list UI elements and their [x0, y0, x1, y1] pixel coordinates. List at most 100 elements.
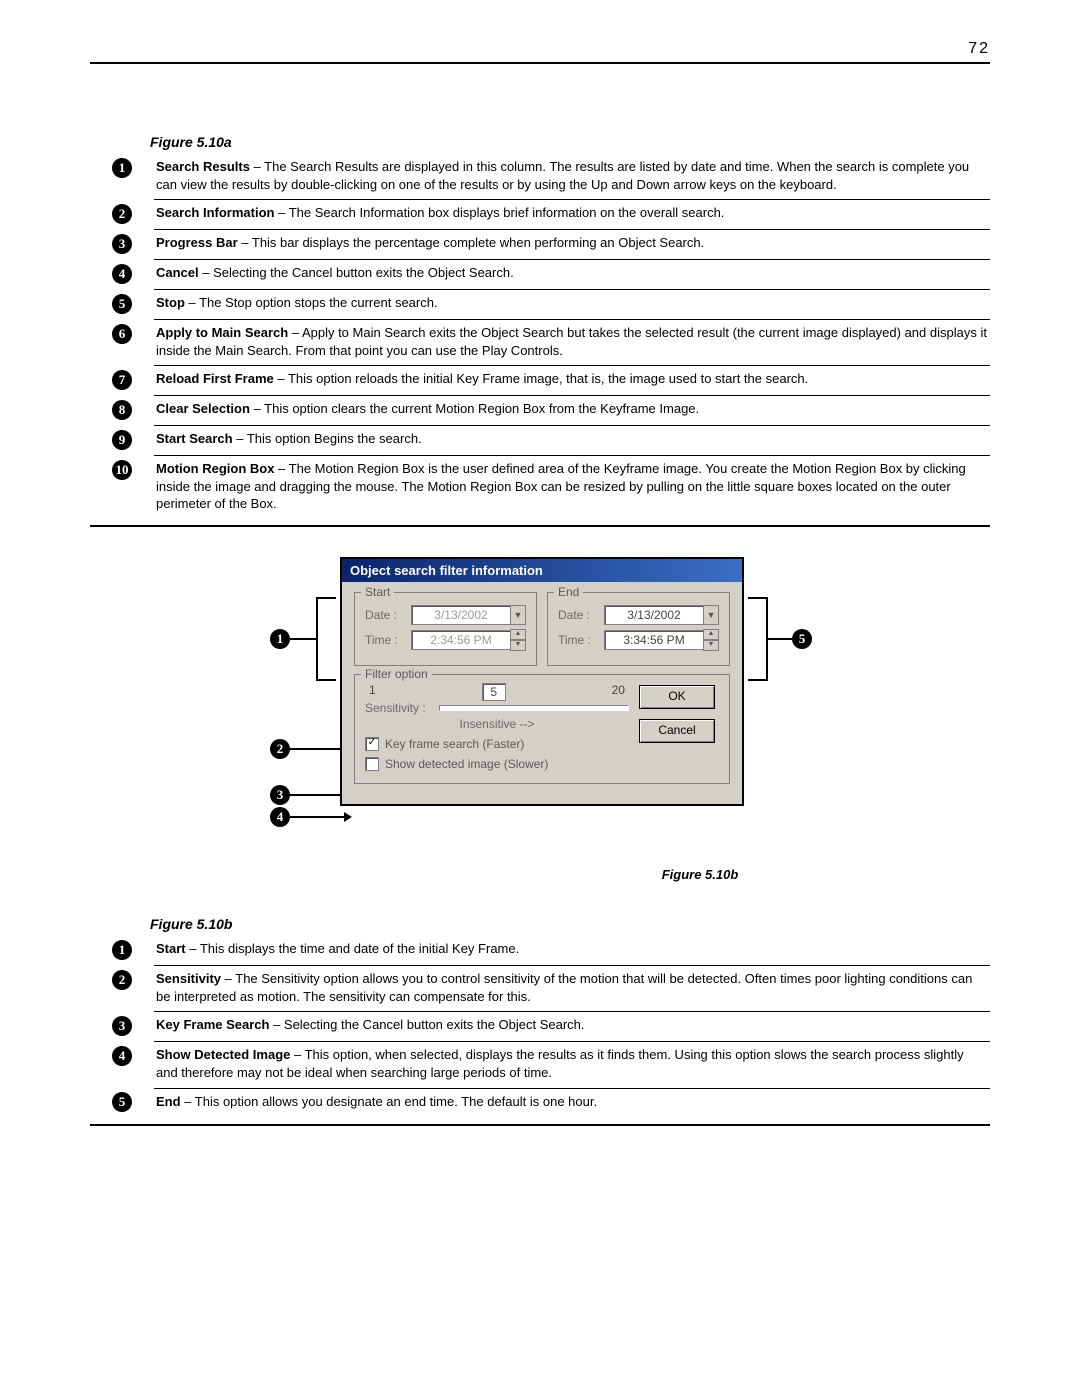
sensitivity-slider[interactable] [439, 705, 629, 711]
legend-description: Key Frame Search – Selecting the Cancel … [154, 1012, 990, 1042]
dropdown-icon[interactable]: ▼ [703, 605, 719, 625]
callout-number: 3 [270, 785, 290, 805]
arrow-icon [290, 638, 316, 640]
keyframe-label: Key frame search (Faster) [385, 737, 524, 751]
legend-description: Show Detected Image – This option, when … [154, 1042, 990, 1088]
number-badge: 4 [112, 1046, 132, 1066]
legend-number-cell: 3 [90, 230, 154, 260]
callout-4: 4 [270, 807, 352, 827]
legend-number-cell: 8 [90, 396, 154, 426]
end-group: End Date : 3/13/2002 ▼ Time : 3:34:56 PM… [547, 592, 730, 666]
legend-number-cell: 4 [90, 260, 154, 290]
legend-number-cell: 1 [90, 936, 154, 966]
showdetected-label: Show detected image (Slower) [385, 757, 548, 771]
table-row: 7 Reload First Frame – This option reload… [90, 366, 990, 396]
callout-number: 5 [792, 629, 812, 649]
number-badge: 2 [112, 204, 132, 224]
legend-description: Apply to Main Search – Apply to Main Sea… [154, 320, 990, 366]
scale-right: 20 [612, 683, 625, 701]
cancel-button[interactable]: Cancel [639, 719, 715, 743]
legend-description: Start Search – This option Begins the se… [154, 426, 990, 456]
scale-left: 1 [369, 683, 376, 701]
legend-number-cell: 9 [90, 426, 154, 456]
figure-a-title: Figure 5.10a [150, 134, 990, 150]
checkbox-icon[interactable] [365, 757, 379, 771]
start-group: Start Date : 3/13/2002 ▼ Time : 2:34:56 … [354, 592, 537, 666]
end-date-field[interactable]: 3/13/2002 [604, 605, 704, 625]
sensitivity-label: Sensitivity : [365, 701, 435, 715]
top-rule [90, 62, 990, 64]
table-row: 1 Search Results – The Search Results are… [90, 154, 990, 200]
legend-description: Reload First Frame – This option reloads… [154, 366, 990, 396]
object-search-dialog: Object search filter information Start D… [340, 557, 744, 806]
spinner-icon[interactable]: ▲▼ [703, 629, 719, 651]
start-time-label: Time : [365, 633, 411, 647]
callout-5: 5 [766, 629, 812, 649]
figure-b-title: Figure 5.10b [150, 916, 990, 932]
end-time-field[interactable]: 3:34:56 PM [604, 630, 704, 650]
spinner-icon[interactable]: ▲▼ [510, 629, 526, 651]
table-row: 6 Apply to Main Search – Apply to Main Se… [90, 320, 990, 366]
number-badge: 9 [112, 430, 132, 450]
arrow-icon [290, 794, 344, 796]
legend-description: Progress Bar – This bar displays the per… [154, 230, 990, 260]
start-time-field[interactable]: 2:34:56 PM [411, 630, 511, 650]
filter-group: Filter option 1 5 20 Sensitivity : [354, 674, 730, 784]
bracket-left-icon [316, 597, 336, 681]
start-date-field[interactable]: 3/13/2002 [411, 605, 511, 625]
arrow-icon [290, 748, 344, 750]
arrow-icon [290, 816, 344, 818]
legend-description: Cancel – Selecting the Cancel button exi… [154, 260, 990, 290]
legend-number-cell: 2 [90, 200, 154, 230]
table-row: 2 Search Information – The Search Informa… [90, 200, 990, 230]
bracket-right-icon [748, 597, 768, 681]
page-number: 72 [90, 40, 990, 58]
legend-description: Stop – The Stop option stops the current… [154, 290, 990, 320]
start-date-label: Date : [365, 608, 411, 622]
table-row: 3 Progress Bar – This bar displays the pe… [90, 230, 990, 260]
callout-1: 1 [270, 629, 316, 649]
table-row: 4 Cancel – Selecting the Cancel button ex… [90, 260, 990, 290]
figure-b-table: 1Start – This displays the time and date… [90, 936, 990, 1118]
figure-b-illustration: 1 5 2 3 4 Object search filter informati… [220, 557, 860, 857]
legend-number-cell: 1 [90, 154, 154, 200]
number-badge: 4 [112, 264, 132, 284]
legend-description: End – This option allows you designate a… [154, 1088, 990, 1118]
legend-number-cell: 10 [90, 456, 154, 519]
showdetected-checkbox-row[interactable]: Show detected image (Slower) [365, 757, 629, 771]
table-row: 4 Show Detected Image – This option, when… [90, 1042, 990, 1088]
table-row: 10Motion Region Box – The Motion Region … [90, 456, 990, 519]
group-title: Start [361, 585, 394, 599]
arrow-icon [766, 638, 792, 640]
table-row: 9 Start Search – This option Begins the s… [90, 426, 990, 456]
ok-button[interactable]: OK [639, 685, 715, 709]
figure-b-bottom-rule [90, 1124, 990, 1126]
legend-description: Clear Selection – This option clears the… [154, 396, 990, 426]
legend-description: Search Information – The Search Informat… [154, 200, 990, 230]
insensitive-label: Insensitive --> [365, 717, 629, 731]
legend-number-cell: 7 [90, 366, 154, 396]
table-row: 1Start – This displays the time and date… [90, 936, 990, 966]
checkbox-icon[interactable]: ✓ [365, 737, 379, 751]
table-row: 2 Sensitivity – The Sensitivity option al… [90, 966, 990, 1012]
number-badge: 2 [112, 970, 132, 990]
legend-description: Sensitivity – The Sensitivity option all… [154, 966, 990, 1012]
legend-description: Search Results – The Search Results are … [154, 154, 990, 200]
number-badge: 5 [112, 294, 132, 314]
number-badge: 5 [112, 1092, 132, 1112]
keyframe-checkbox-row[interactable]: ✓ Key frame search (Faster) [365, 737, 629, 751]
number-badge: 6 [112, 324, 132, 344]
number-badge: 8 [112, 400, 132, 420]
number-badge: 3 [112, 1016, 132, 1036]
sensitivity-value[interactable]: 5 [482, 683, 506, 701]
callout-number: 2 [270, 739, 290, 759]
number-badge: 3 [112, 234, 132, 254]
legend-number-cell: 3 [90, 1012, 154, 1042]
table-row: 8 Clear Selection – This option clears th… [90, 396, 990, 426]
table-row: 3 Key Frame Search – Selecting the Cancel… [90, 1012, 990, 1042]
legend-description: Start – This displays the time and date … [154, 936, 990, 966]
dropdown-icon[interactable]: ▼ [510, 605, 526, 625]
callout-number: 1 [270, 629, 290, 649]
number-badge: 1 [112, 158, 132, 178]
number-badge: 7 [112, 370, 132, 390]
